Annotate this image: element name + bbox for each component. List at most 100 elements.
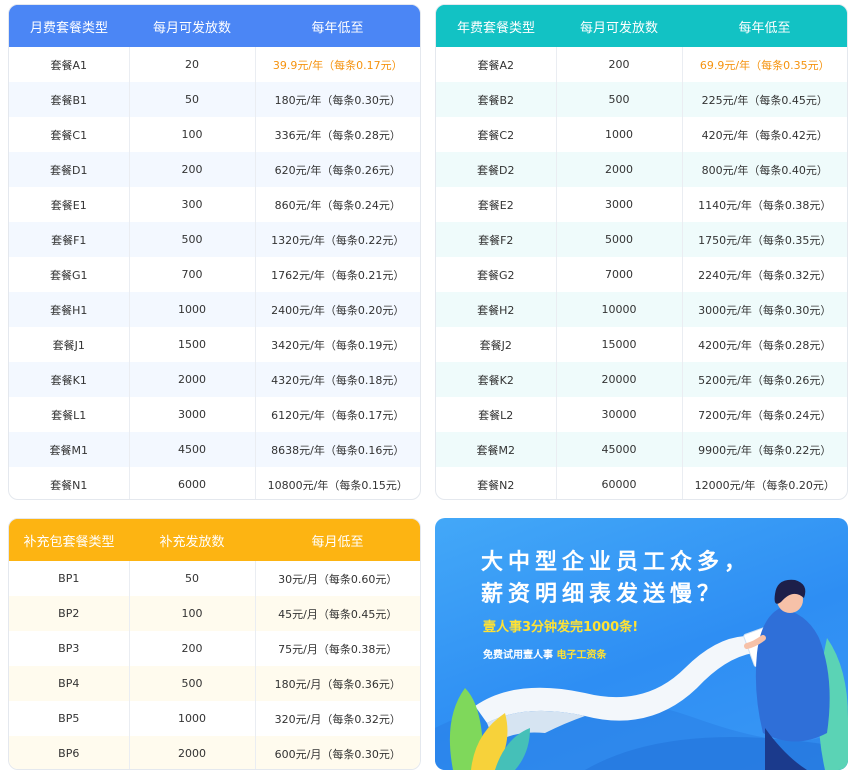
table-row: 套餐F1 500 1320元/年（每条0.22元） <box>9 222 420 257</box>
quantity-cell: 500 <box>555 82 682 117</box>
table-row: 套餐K1 2000 4320元/年（每条0.18元） <box>9 362 420 397</box>
banner-trial-note[interactable]: 免费试用壹人事 电子工资条 <box>483 646 606 661</box>
column-header: 每月可发放数 <box>129 5 255 47</box>
quantity-cell: 2000 <box>128 362 255 397</box>
price-cell: 1140元/年（每条0.38元） <box>681 187 847 222</box>
plan-name-cell: 套餐B2 <box>436 82 556 117</box>
plan-name-cell: BP6 <box>9 736 129 769</box>
quantity-cell: 5000 <box>555 222 682 257</box>
price-cell: 180元/年（每条0.30元） <box>254 82 420 117</box>
table-row: 套餐B2 500 225元/年（每条0.45元） <box>436 82 847 117</box>
table-row: 套餐E2 3000 1140元/年（每条0.38元） <box>436 187 847 222</box>
price-cell: 1762元/年（每条0.21元） <box>254 257 420 292</box>
quantity-cell: 500 <box>128 666 255 701</box>
table-header: 月费套餐类型 每月可发放数 每年低至 <box>9 5 420 47</box>
plan-name-cell: 套餐E2 <box>477 198 514 212</box>
table-row: BP5 1000 320元/月（每条0.32元） <box>9 701 420 736</box>
price-cell: 320元/月（每条0.32元） <box>254 701 420 736</box>
plan-name-cell: 套餐G2 <box>476 268 515 282</box>
table-row: 套餐N2 60000 12000元/年（每条0.20元） <box>436 467 847 499</box>
banner-subtitle: 壹人事3分钟发完1000条! <box>483 620 639 635</box>
price-cell: 600元/月（每条0.30元） <box>254 736 420 769</box>
column-header: 每月低至 <box>255 519 420 561</box>
price-cell: 45元/月（每条0.45元） <box>254 596 420 631</box>
plan-name-cell: 套餐C1 <box>50 128 88 142</box>
plan-name-cell: 套餐A2 <box>477 58 515 72</box>
quantity-cell: 3000 <box>128 397 255 432</box>
quantity-cell: 20000 <box>555 362 682 397</box>
table-header: 年费套餐类型 每月可发放数 每年低至 <box>436 5 847 47</box>
price-cell: 180元/月（每条0.36元） <box>254 666 420 701</box>
quantity-cell: 200 <box>555 47 682 82</box>
quantity-cell: 20 <box>128 47 255 82</box>
promo-banner[interactable]: 电子工资条 大中型企业员工众多， 薪资明细表发送慢？ 壹人事3分钟发完1000条… <box>435 518 848 770</box>
plan-name-cell: 套餐A1 <box>50 58 88 72</box>
quantity-cell: 60000 <box>555 467 682 499</box>
plan-name-cell: 套餐M1 <box>9 432 129 467</box>
price-cell: 420元/年（每条0.42元） <box>681 117 847 152</box>
quantity-cell: 6000 <box>128 467 255 499</box>
plan-name-cell: 套餐M2 <box>436 432 556 467</box>
plan-name-cell: 套餐D1 <box>9 152 129 187</box>
plan-name-cell: 套餐F2 <box>436 222 556 257</box>
quantity-cell: 200 <box>128 152 255 187</box>
price-cell: 2240元/年（每条0.32元） <box>681 257 847 292</box>
price-cell: 7200元/年（每条0.24元） <box>681 397 847 432</box>
quantity-cell: 1000 <box>128 292 255 327</box>
price-cell: 75元/月（每条0.38元） <box>254 631 420 666</box>
price-cell: 1750元/年（每条0.35元） <box>681 222 847 257</box>
plan-name-cell: 套餐K2 <box>436 362 556 397</box>
plan-name-cell: 套餐E1 <box>50 198 87 212</box>
plan-name-cell: BP3 <box>58 642 80 655</box>
table-row: 套餐M1 4500 8638元/年（每条0.16元） <box>9 432 420 467</box>
quantity-cell: 500 <box>128 222 255 257</box>
table-row: 套餐M2 45000 9900元/年（每条0.22元） <box>436 432 847 467</box>
plan-name-cell: 套餐J2 <box>479 338 512 352</box>
quantity-cell: 7000 <box>555 257 682 292</box>
price-cell: 860元/年（每条0.24元） <box>254 187 420 222</box>
price-cell: 5200元/年（每条0.26元） <box>681 362 847 397</box>
plan-name-cell: 套餐N1 <box>50 478 88 492</box>
table-row: 套餐H1 1000 2400元/年（每条0.20元） <box>9 292 420 327</box>
quantity-cell: 50 <box>128 561 255 596</box>
trial-note-prefix: 免费试用壹人事 <box>483 650 553 661</box>
column-header: 年费套餐类型 <box>436 5 556 47</box>
table-row: 套餐G2 7000 2240元/年（每条0.32元） <box>436 257 847 292</box>
banner-headline-line2: 薪资明细表发送慢？ <box>481 582 725 607</box>
quantity-cell: 10000 <box>555 292 682 327</box>
quantity-cell: 4500 <box>128 432 255 467</box>
quantity-cell: 2000 <box>128 736 255 769</box>
banner-headline-line1: 大中型企业员工众多， <box>481 550 752 575</box>
price-cell: 12000元/年（每条0.20元） <box>681 467 847 499</box>
price-cell: 1320元/年（每条0.22元） <box>254 222 420 257</box>
table-row: BP6 2000 600元/月（每条0.30元） <box>9 736 420 769</box>
table-row: 套餐A2 200 69.9元/年（每条0.35元） <box>436 47 847 82</box>
table-row: 套餐B1 50 180元/年（每条0.30元） <box>9 82 420 117</box>
column-header: 每月可发放数 <box>556 5 682 47</box>
plan-name-cell: 套餐C2 <box>477 128 515 142</box>
price-cell: 225元/年（每条0.45元） <box>681 82 847 117</box>
table-row: 套餐K2 20000 5200元/年（每条0.26元） <box>436 362 847 397</box>
quantity-cell: 700 <box>128 257 255 292</box>
table-row: 套餐N1 6000 10800元/年（每条0.15元） <box>9 467 420 499</box>
price-cell: 8638元/年（每条0.16元） <box>254 432 420 467</box>
quantity-cell: 1000 <box>555 117 682 152</box>
plan-name-cell: 套餐D2 <box>436 152 556 187</box>
table-row: BP2 100 45元/月（每条0.45元） <box>9 596 420 631</box>
price-cell: 2400元/年（每条0.20元） <box>254 292 420 327</box>
quantity-cell: 1500 <box>128 327 255 362</box>
table-row: 套餐L2 30000 7200元/年（每条0.24元） <box>436 397 847 432</box>
price-cell: 3420元/年（每条0.19元） <box>254 327 420 362</box>
table-row: 套餐L1 3000 6120元/年（每条0.17元） <box>9 397 420 432</box>
person-body <box>755 608 830 742</box>
table-row: 套餐J2 15000 4200元/年（每条0.28元） <box>436 327 847 362</box>
quantity-cell: 100 <box>128 117 255 152</box>
column-header: 每年低至 <box>255 5 420 47</box>
plan-name-cell: 套餐G1 <box>49 268 88 282</box>
plan-name-cell: BP1 <box>58 572 80 585</box>
plan-name-cell: 套餐H1 <box>9 292 129 327</box>
table-row: 套餐A1 20 39.9元/年（每条0.17元） <box>9 47 420 82</box>
quantity-cell: 100 <box>128 596 255 631</box>
plan-name-cell: 套餐N2 <box>477 478 515 492</box>
monthly-plan-table: 月费套餐类型 每月可发放数 每年低至 套餐A1 20 39.9元/年（每条0.17元… <box>8 4 421 500</box>
